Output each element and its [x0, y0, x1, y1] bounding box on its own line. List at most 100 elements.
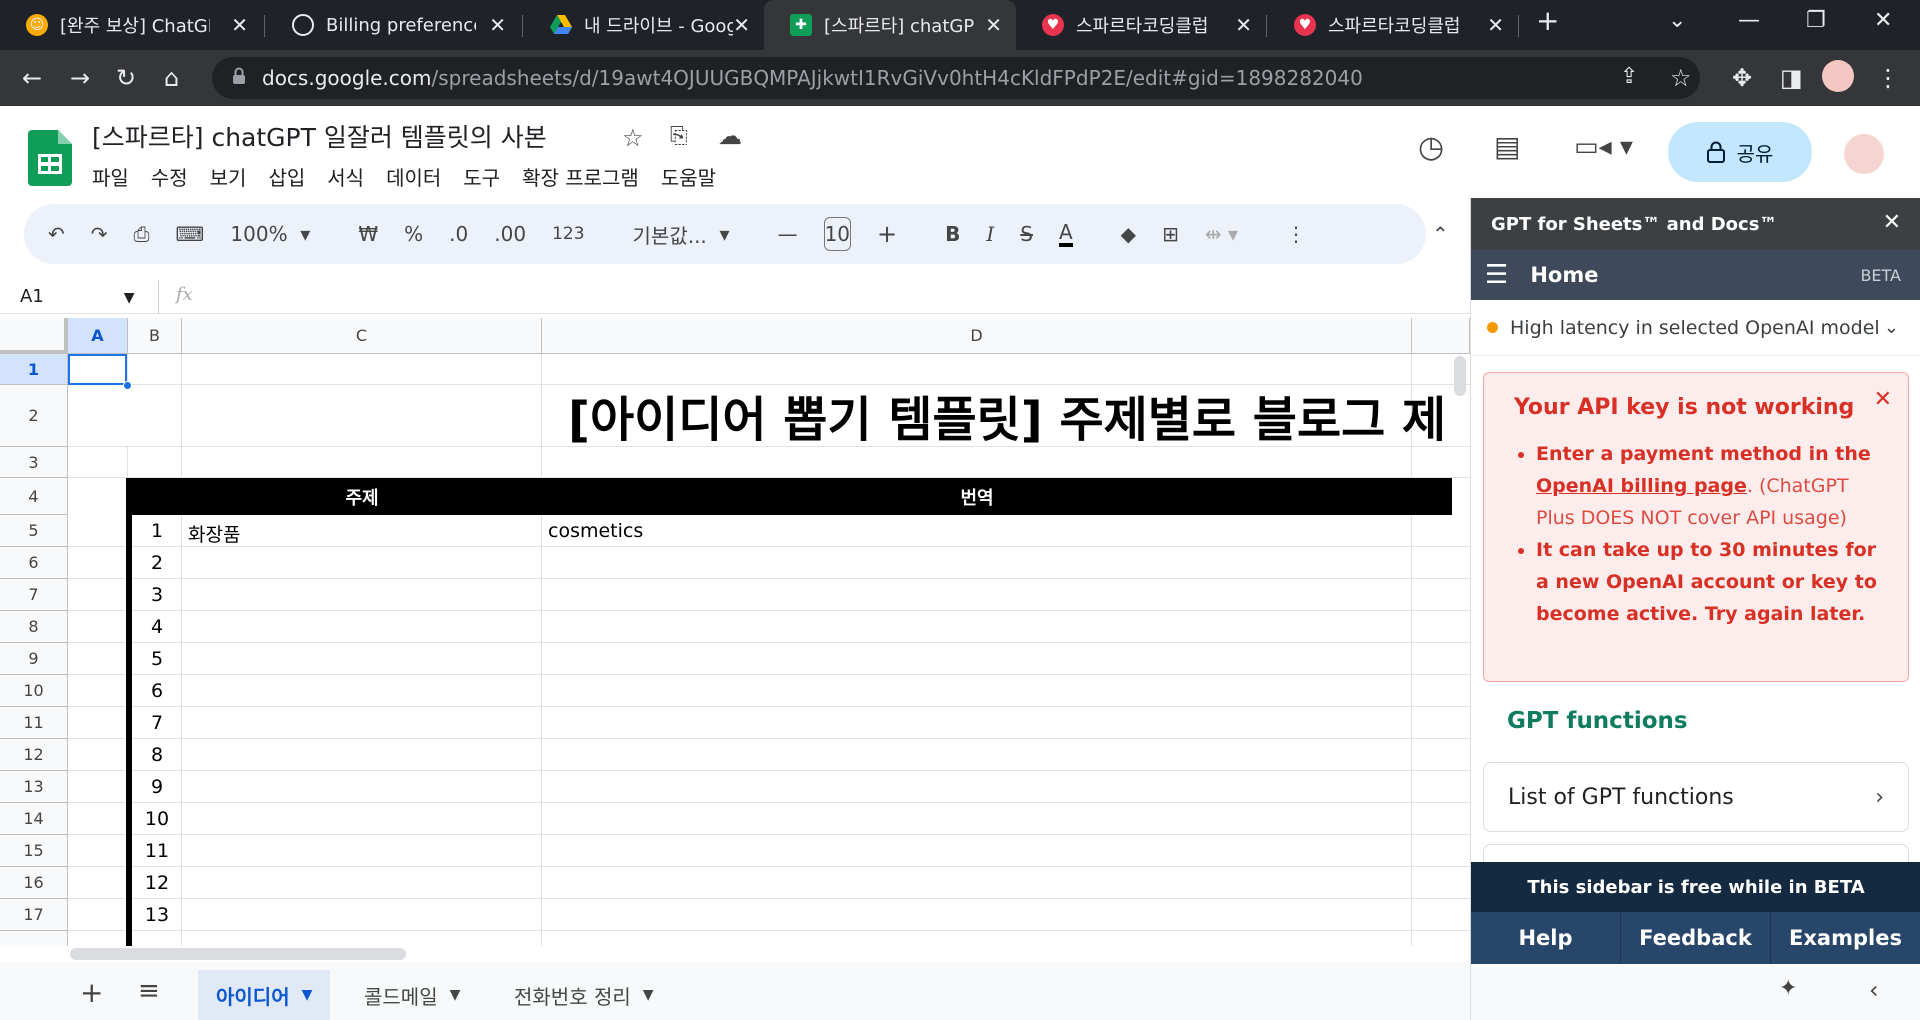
- index-cell[interactable]: 11: [132, 835, 182, 867]
- close-icon[interactable]: ✕: [1235, 13, 1252, 37]
- menu-file[interactable]: 파일: [92, 162, 129, 191]
- index-cell[interactable]: 4: [132, 611, 182, 643]
- row-header[interactable]: 13: [0, 771, 68, 803]
- browser-tab[interactable]: ☺ [완주 보상] ChatGPT ✕: [0, 0, 262, 50]
- meet-video-icon[interactable]: ▭◂ ▾: [1574, 132, 1633, 162]
- menu-format[interactable]: 서식: [327, 162, 364, 191]
- share-page-icon[interactable]: ⇪: [1620, 64, 1638, 89]
- row-header[interactable]: 3: [0, 447, 68, 478]
- index-cell[interactable]: 9: [132, 771, 182, 803]
- bold-icon[interactable]: B: [945, 222, 960, 246]
- close-icon[interactable]: ✕: [231, 13, 248, 37]
- decrease-decimal-button[interactable]: .0: [449, 222, 468, 246]
- font-size-increase-icon[interactable]: +: [877, 220, 897, 248]
- menu-data[interactable]: 데이터: [386, 162, 441, 191]
- restore-icon[interactable]: ❐: [1806, 8, 1826, 33]
- font-size-input[interactable]: 10: [823, 217, 852, 251]
- increase-decimal-button[interactable]: .00: [494, 222, 526, 246]
- browser-tab[interactable]: ♥ 스파르타코딩클럽 ✕: [1016, 0, 1266, 50]
- tab-search-chevron-icon[interactable]: ⌄: [1668, 8, 1686, 33]
- row-header[interactable]: 14: [0, 803, 68, 835]
- zoom-select[interactable]: 100% ▾: [230, 222, 310, 246]
- name-box[interactable]: A1 ▼: [20, 286, 135, 307]
- document-title[interactable]: [스파르타] chatGPT 일잘러 템플릿의 사본: [92, 118, 547, 154]
- browser-tab-active[interactable]: ✚ [스파르타] chatGPT ✕: [764, 0, 1016, 50]
- version-history-icon[interactable]: ◷: [1418, 130, 1444, 165]
- fill-color-icon[interactable]: ◆: [1121, 222, 1136, 246]
- index-cell[interactable]: 3: [132, 579, 182, 611]
- paint-format-icon[interactable]: ⌨: [176, 222, 205, 246]
- spreadsheet-grid[interactable]: A B C D 1 2 3 4 5 6 7 8 9 10 11 12 13 14…: [0, 318, 1470, 946]
- openai-billing-link[interactable]: OpenAI billing page: [1536, 475, 1747, 497]
- browser-tab[interactable]: ♥ 스파르타코딩클럽 ✕: [1268, 0, 1518, 50]
- menu-view[interactable]: 보기: [210, 162, 247, 191]
- redo-icon[interactable]: ↷: [91, 222, 108, 246]
- sheet-tab[interactable]: 전화번호 정리 ▼: [496, 970, 672, 1020]
- cloud-status-icon[interactable]: ☁: [718, 122, 742, 150]
- menu-tools[interactable]: 도구: [463, 162, 500, 191]
- column-header-e[interactable]: [1412, 318, 1470, 354]
- latency-status[interactable]: High latency in selected OpenAI model ⌄: [1471, 300, 1920, 356]
- profile-avatar[interactable]: [1822, 60, 1854, 92]
- column-header-c[interactable]: C: [182, 318, 542, 354]
- font-size-decrease-icon[interactable]: —: [778, 222, 798, 246]
- index-cell[interactable]: 13: [132, 899, 182, 931]
- text-color-icon[interactable]: A: [1058, 221, 1073, 247]
- close-icon[interactable]: ✕: [733, 13, 750, 37]
- row-header[interactable]: 4: [0, 478, 68, 515]
- row-header[interactable]: 16: [0, 867, 68, 899]
- help-button[interactable]: Help: [1471, 912, 1621, 964]
- url-input[interactable]: docs.google.com/spreadsheets/d/19awt4OJU…: [212, 57, 1700, 99]
- row-header[interactable]: 7: [0, 579, 68, 611]
- move-folder-icon[interactable]: ⎘: [670, 124, 688, 149]
- active-cell-selection[interactable]: [68, 354, 127, 385]
- minimize-icon[interactable]: —: [1738, 8, 1760, 33]
- chevron-down-icon[interactable]: ▼: [643, 987, 654, 1003]
- row-header[interactable]: 5: [0, 515, 68, 547]
- merge-cells-icon[interactable]: ⇹ ▾: [1205, 222, 1238, 246]
- index-cell[interactable]: 8: [132, 739, 182, 771]
- collapse-panel-chevron-icon[interactable]: ‹: [1869, 976, 1879, 1004]
- add-sheet-plus-icon[interactable]: +: [80, 976, 103, 1009]
- star-icon[interactable]: ☆: [622, 124, 644, 152]
- row-header[interactable]: [0, 931, 68, 946]
- currency-format-button[interactable]: ₩: [358, 222, 378, 246]
- font-select[interactable]: 기본값... ▾: [633, 220, 730, 249]
- close-icon[interactable]: ✕: [1883, 210, 1901, 235]
- browser-tab[interactable]: Billing preferences ✕: [266, 0, 520, 50]
- side-panel-icon[interactable]: ◨: [1780, 64, 1803, 92]
- column-header-a[interactable]: A: [68, 318, 128, 354]
- menu-insert[interactable]: 삽입: [268, 162, 305, 191]
- index-cell[interactable]: 10: [132, 803, 182, 835]
- topic-cell[interactable]: 화장품: [188, 520, 240, 547]
- header-translation[interactable]: 번역: [542, 478, 1412, 515]
- row-header[interactable]: 11: [0, 707, 68, 739]
- chevron-down-icon[interactable]: ⌄: [1884, 317, 1899, 338]
- sidebar-card[interactable]: [1483, 844, 1909, 864]
- row-header[interactable]: 17: [0, 899, 68, 931]
- row-header[interactable]: 10: [0, 675, 68, 707]
- header-topic[interactable]: 주제: [182, 478, 542, 515]
- account-avatar[interactable]: [1844, 134, 1884, 174]
- index-cell[interactable]: 7: [132, 707, 182, 739]
- menu-edit[interactable]: 수정: [151, 162, 188, 191]
- column-header-b[interactable]: B: [128, 318, 182, 354]
- collapse-menus-chevron-icon[interactable]: ⌃: [1432, 222, 1449, 246]
- forward-arrow-icon[interactable]: →: [70, 64, 90, 92]
- chevron-down-icon[interactable]: ▼: [302, 987, 313, 1003]
- menu-help[interactable]: 도움말: [661, 162, 716, 191]
- formula-input[interactable]: [210, 280, 1450, 314]
- bookmark-star-icon[interactable]: ☆: [1670, 64, 1692, 92]
- vertical-scrollbar[interactable]: [1454, 356, 1466, 396]
- row-header[interactable]: 2: [0, 385, 68, 447]
- close-icon[interactable]: ✕: [985, 13, 1002, 37]
- all-sheets-menu-icon[interactable]: ≡: [138, 976, 160, 1006]
- row-header[interactable]: 9: [0, 643, 68, 675]
- index-cell[interactable]: 12: [132, 867, 182, 899]
- number-format-button[interactable]: 123: [552, 224, 584, 244]
- row-header[interactable]: 8: [0, 611, 68, 643]
- reload-icon[interactable]: ↻: [116, 64, 136, 92]
- share-button[interactable]: 공유: [1668, 122, 1812, 182]
- hamburger-menu-icon[interactable]: ☰: [1485, 260, 1508, 290]
- row-header[interactable]: 1: [0, 354, 68, 385]
